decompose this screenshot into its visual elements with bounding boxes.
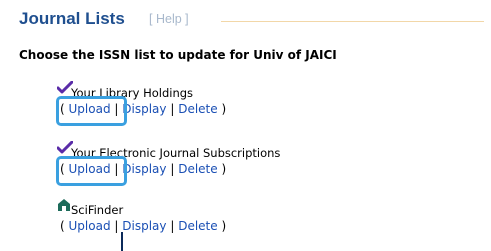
separator: |	[170, 219, 175, 233]
upload-highlight-box	[56, 156, 127, 186]
help-close-bracket: ]	[185, 12, 189, 26]
separator: |	[114, 219, 119, 233]
close-paren: )	[221, 219, 227, 233]
delete-link[interactable]: Delete	[178, 162, 217, 176]
delete-link[interactable]: Delete	[178, 102, 217, 116]
close-paren: )	[221, 162, 227, 176]
display-link[interactable]: Display	[122, 102, 166, 116]
help-link[interactable]: Help	[156, 12, 182, 26]
help-open-bracket: [	[149, 12, 153, 26]
open-paren: (	[60, 219, 65, 233]
list-item-scifinder: SciFinder ( Upload | Display | Delete )	[58, 199, 226, 234]
header-divider	[221, 21, 484, 22]
close-paren: )	[221, 102, 227, 116]
page-title: Journal Lists	[19, 9, 125, 28]
display-link[interactable]: Display	[122, 219, 166, 233]
house-icon	[57, 198, 71, 216]
pointer-line	[121, 232, 123, 251]
instructions-text: Choose the ISSN list to update for Univ …	[19, 48, 337, 62]
upload-link[interactable]: Upload	[69, 219, 111, 233]
separator: |	[170, 162, 175, 176]
upload-highlight-box	[56, 96, 127, 126]
delete-link[interactable]: Delete	[178, 219, 217, 233]
journal-lists-header: Journal Lists [ Help ]	[19, 9, 484, 35]
help-link-group: [ Help ]	[149, 12, 189, 26]
separator: |	[170, 102, 175, 116]
list-actions: ( Upload | Display | Delete )	[60, 218, 226, 234]
display-link[interactable]: Display	[122, 162, 166, 176]
